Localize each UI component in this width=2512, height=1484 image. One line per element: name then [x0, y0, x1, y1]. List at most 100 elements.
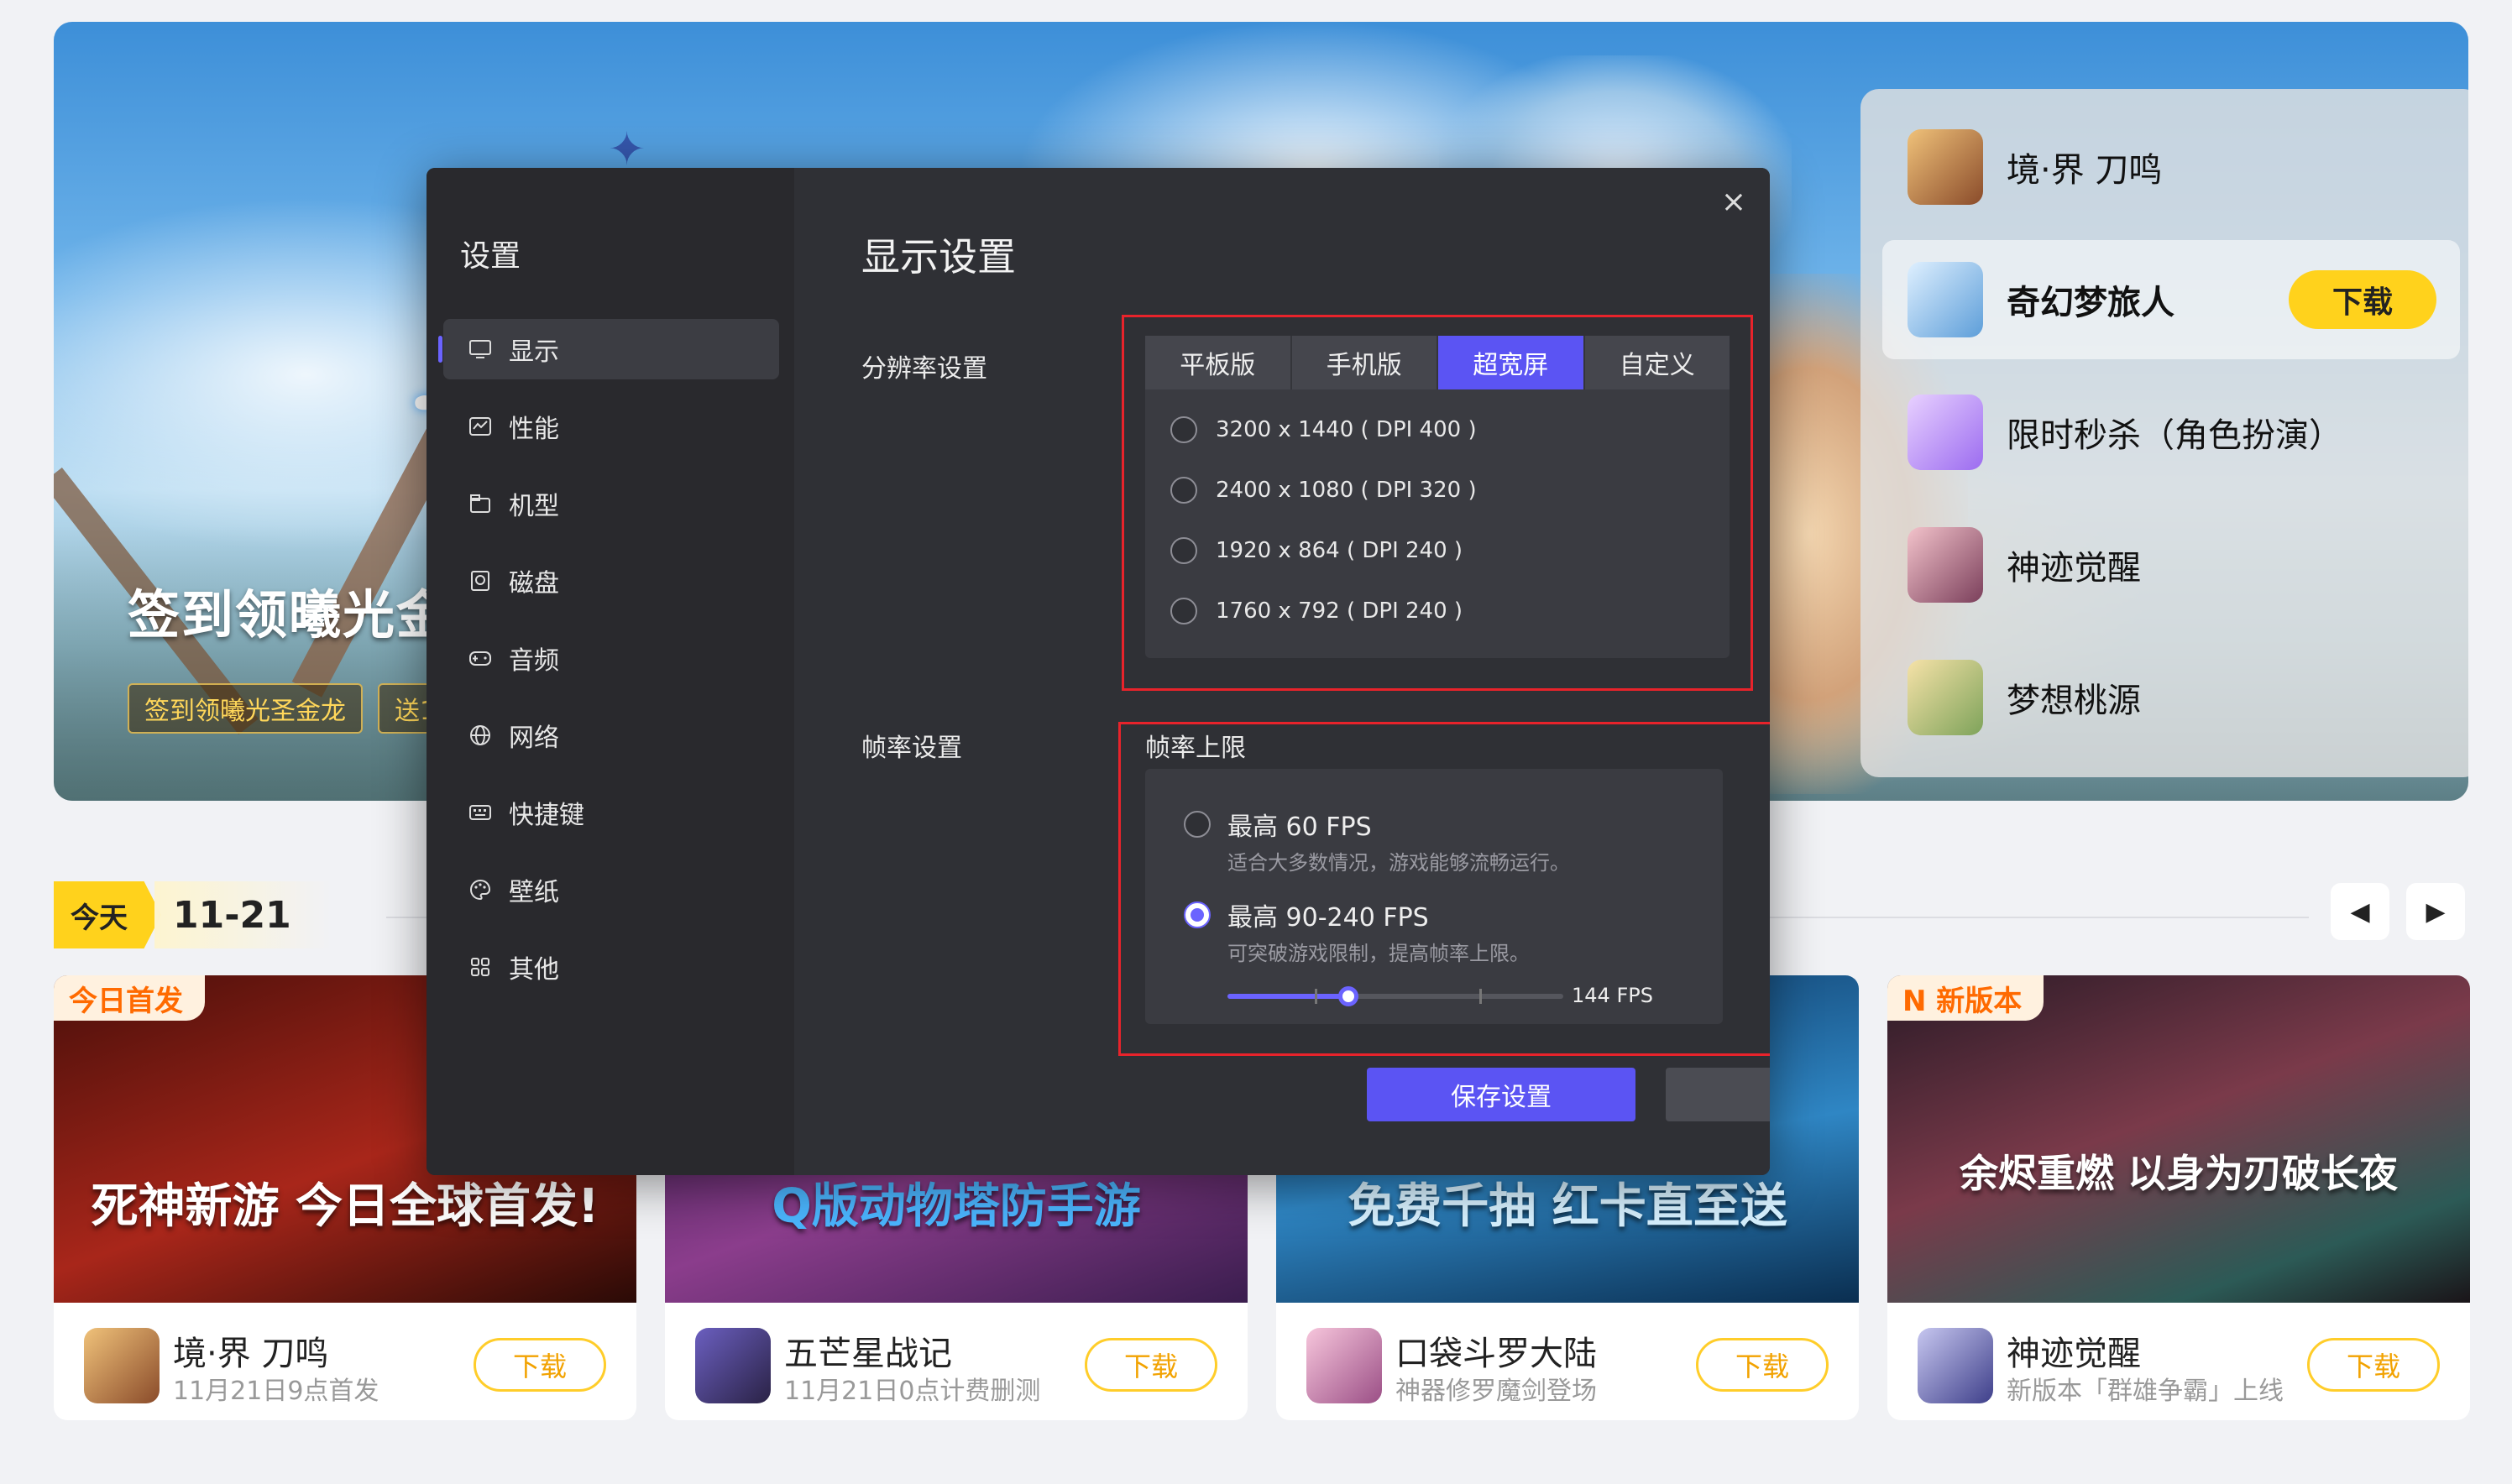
settings-sidebar-title: 设置 — [460, 239, 521, 274]
card-banner — [1887, 975, 2470, 1303]
featured-game-list: 境·界 刀鸣 奇幻梦旅人 下载 限时秒杀（角色扮演） 神迹觉醒 梦想桃源 — [1860, 89, 2468, 777]
game-list-item[interactable]: 神迹觉醒 — [1882, 505, 2460, 624]
resolution-option[interactable]: 2400 x 1080 ( DPI 320 ) — [1170, 477, 1477, 504]
card-subtitle: 神器修罗魔剑登场 — [1395, 1377, 1597, 1406]
resolution-option[interactable]: 1920 x 864 ( DPI 240 ) — [1170, 537, 1463, 564]
game-list-item[interactable]: 限时秒杀（角色扮演） — [1882, 373, 2460, 492]
resolution-option[interactable]: 3200 x 1440 ( DPI 400 ) — [1170, 416, 1477, 443]
sidebar-item-disk[interactable]: 磁盘 — [443, 551, 779, 611]
card-banner-text: Q版动物塔防手游 — [772, 1179, 1141, 1234]
fps-option-desc: 可突破游戏限制，提高帧率上限。 — [1227, 942, 1530, 965]
download-button[interactable]: 下载 — [2289, 270, 2436, 329]
save-settings-button[interactable]: 保存设置 — [1367, 1068, 1635, 1121]
sidebar-item-display[interactable]: 显示 — [438, 319, 779, 379]
game-icon — [695, 1328, 771, 1403]
framerate-label: 帧率设置 — [861, 734, 962, 763]
disk-icon — [463, 564, 497, 598]
download-button[interactable]: 下载 — [474, 1338, 606, 1392]
game-name: 限时秒杀（角色扮演） — [2007, 416, 2342, 455]
game-thumbnail — [1908, 395, 1983, 470]
card-title: 口袋斗罗大陆 — [1395, 1335, 1597, 1373]
card-title: 神迹觉醒 — [2007, 1335, 2141, 1373]
download-button[interactable]: 下载 — [1085, 1338, 1217, 1392]
tab-ultrawide[interactable]: 超宽屏 — [1438, 336, 1585, 389]
resolution-label: 分辨率设置 — [861, 354, 987, 384]
card-subtitle: 11月21日9点首发 — [173, 1377, 379, 1406]
sidebar-item-label: 机型 — [509, 492, 559, 521]
globe-icon — [463, 718, 497, 752]
fps-slider-thumb[interactable] — [1338, 986, 1358, 1006]
resolution-option[interactable]: 1760 x 792 ( DPI 240 ) — [1170, 598, 1463, 624]
fps-slider-fill — [1227, 994, 1348, 999]
game-card[interactable]: 余烬重燃 以身为刃破长夜 N 新版本 神迹觉醒 新版本「群雄争霸」上线 下载 — [1887, 975, 2470, 1420]
tab-custom[interactable]: 自定义 — [1584, 336, 1730, 389]
cancel-button[interactable]: 取消 — [1666, 1068, 1770, 1121]
palette-icon — [463, 873, 497, 907]
chevron-left-icon: ◀ — [2350, 896, 2370, 927]
performance-icon — [463, 410, 497, 443]
settings-dialog: 设置 显示 性能 机型 磁盘 音频 网络 快捷键 壁纸 其他 × 显示设置 分辨… — [427, 168, 1770, 1175]
card-badge: N 新版本 — [1887, 975, 2044, 1021]
sidebar-item-label: 磁盘 — [509, 569, 559, 598]
resolution-option-label: 1920 x 864 ( DPI 240 ) — [1216, 538, 1463, 563]
sidebar-item-other[interactable]: 其他 — [443, 937, 779, 997]
sidebar-item-label: 音频 — [509, 646, 559, 676]
resolution-tabs: 平板版 手机版 超宽屏 自定义 — [1145, 336, 1730, 389]
fps-option-60[interactable]: 最高 60 FPS — [1184, 806, 1372, 843]
slider-tick — [1479, 989, 1482, 1004]
card-title: 境·界 刀鸣 — [173, 1335, 329, 1373]
game-name: 奇幻梦旅人 — [2007, 284, 2174, 322]
fps-option-240[interactable]: 最高 90-240 FPS — [1184, 896, 1429, 933]
next-page-button[interactable]: ▶ — [2406, 883, 2465, 940]
card-subtitle: 11月21日0点计费删测 — [784, 1377, 1041, 1406]
game-list-item[interactable]: 梦想桃源 — [1882, 638, 2460, 757]
fps-option-title: 最高 90-240 FPS — [1227, 903, 1429, 933]
sidebar-item-label: 其他 — [509, 955, 559, 985]
card-title: 五芒星战记 — [784, 1335, 952, 1373]
fps-slider[interactable] — [1227, 986, 1563, 1006]
gamepad-icon — [463, 641, 497, 675]
slider-tick — [1315, 989, 1317, 1004]
game-icon — [1306, 1328, 1382, 1403]
resolution-panel: 平板版 手机版 超宽屏 自定义 3200 x 1440 ( DPI 400 ) … — [1145, 336, 1730, 658]
game-thumbnail — [1908, 129, 1983, 205]
game-thumbnail — [1908, 660, 1983, 735]
monitor-icon — [463, 332, 497, 366]
tab-phone[interactable]: 手机版 — [1291, 336, 1438, 389]
framerate-subtitle: 帧率上限 — [1145, 734, 1246, 763]
game-icon — [1918, 1328, 1993, 1403]
framerate-panel: 最高 60 FPS 适合大多数情况，游戏能够流畅运行。 最高 90-240 FP… — [1145, 769, 1723, 1024]
game-icon — [84, 1328, 160, 1403]
settings-heading: 显示设置 — [861, 234, 1016, 280]
download-button[interactable]: 下载 — [1696, 1338, 1829, 1392]
sidebar-item-audio[interactable]: 音频 — [443, 628, 779, 688]
close-icon[interactable]: × — [1721, 185, 1746, 219]
sidebar-item-device[interactable]: 机型 — [443, 473, 779, 534]
sidebar-item-shortcuts[interactable]: 快捷键 — [443, 782, 779, 843]
fps-slider-value: 144 FPS — [1572, 984, 1653, 1007]
game-thumbnail — [1908, 527, 1983, 603]
tab-tablet[interactable]: 平板版 — [1145, 336, 1292, 389]
sidebar-item-performance[interactable]: 性能 — [443, 396, 779, 457]
sidebar-item-network[interactable]: 网络 — [443, 705, 779, 766]
sidebar-item-label: 壁纸 — [509, 878, 559, 907]
radio-button[interactable] — [1170, 477, 1197, 504]
fps-option-title: 最高 60 FPS — [1227, 813, 1372, 842]
radio-button[interactable] — [1184, 811, 1211, 838]
radio-button-selected[interactable] — [1184, 901, 1211, 928]
game-list-item[interactable]: 境·界 刀鸣 — [1882, 107, 2460, 227]
radio-button[interactable] — [1170, 537, 1197, 564]
chevron-right-icon: ▶ — [2426, 896, 2446, 927]
card-badge: 今日首发 — [54, 975, 205, 1021]
radio-button[interactable] — [1170, 598, 1197, 624]
sidebar-item-label: 性能 — [509, 415, 559, 444]
sidebar-item-wallpaper[interactable]: 壁纸 — [443, 860, 779, 920]
sidebar-item-label: 快捷键 — [509, 801, 584, 830]
radio-button[interactable] — [1170, 416, 1197, 443]
prev-page-button[interactable]: ◀ — [2331, 883, 2389, 940]
device-icon — [463, 487, 497, 520]
game-list-item-active[interactable]: 奇幻梦旅人 下载 — [1882, 240, 2460, 359]
download-button[interactable]: 下载 — [2307, 1338, 2440, 1392]
fps-option-desc: 适合大多数情况，游戏能够流畅运行。 — [1227, 851, 1570, 875]
game-name: 境·界 刀鸣 — [2007, 151, 2163, 190]
